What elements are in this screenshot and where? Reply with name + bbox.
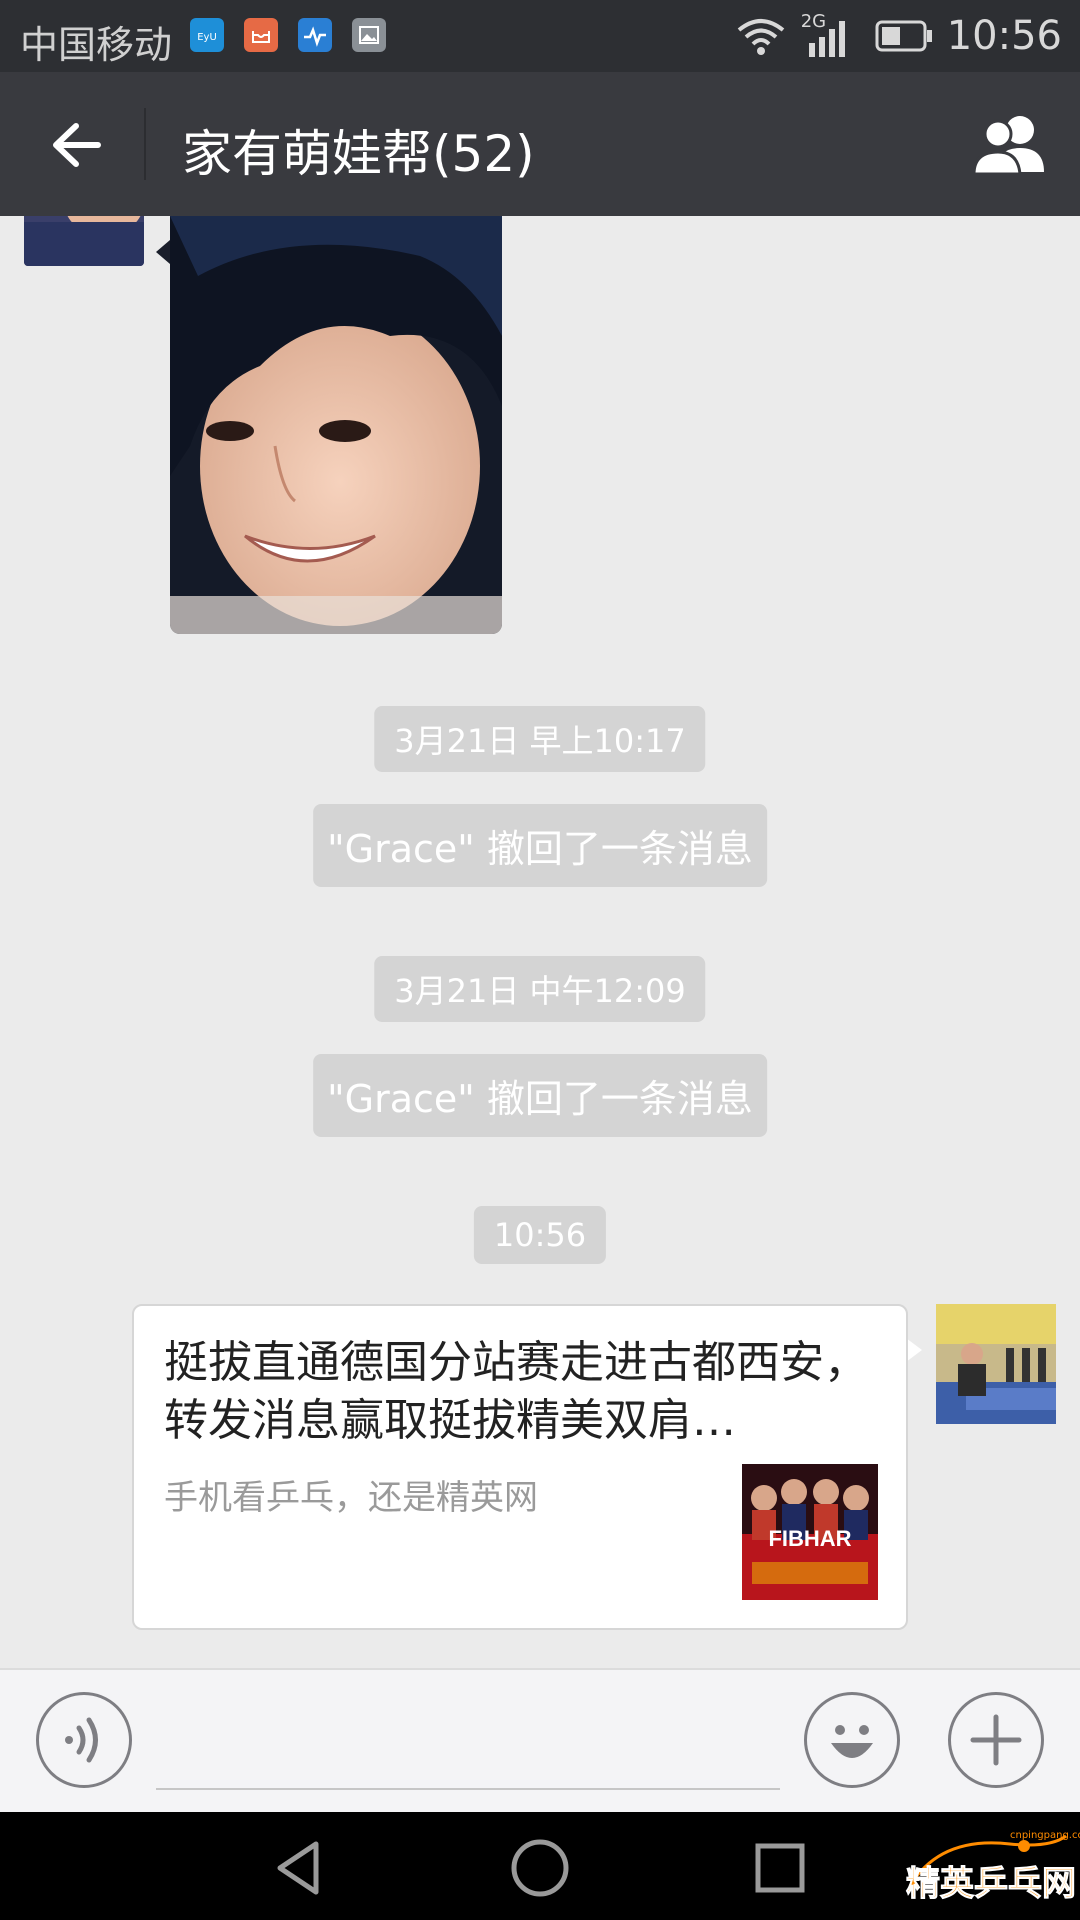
emoji-button[interactable]: [804, 1692, 900, 1788]
link-card-title: 挺拔直通德国分站赛走进古都西安，转发消息赢取挺拔精美双肩…: [164, 1337, 868, 1446]
link-card-thumbnail: FIBHAR: [742, 1464, 878, 1600]
group-members-button[interactable]: [968, 112, 1052, 178]
header-divider: [144, 108, 146, 180]
circle-home-icon: [511, 1839, 569, 1897]
sender-avatar[interactable]: [24, 216, 144, 266]
recall-notice: "Grace" 撤回了一条消息: [313, 804, 767, 887]
photo-message[interactable]: [170, 216, 502, 634]
link-card-subtitle: 手机看乒乓，还是精英网: [164, 1478, 538, 1518]
nav-home-button[interactable]: [506, 1834, 574, 1902]
voice-icon: [65, 1717, 98, 1763]
watermark-logo-text: 精英乒乓网: [906, 1864, 1077, 1905]
health-icon: [298, 18, 332, 52]
status-time: 10:56: [946, 13, 1062, 59]
thumbnail-logo-text: FIBHAR: [768, 1526, 851, 1551]
nav-recents-button[interactable]: [746, 1834, 814, 1902]
signal-icon: 2G: [801, 11, 851, 59]
shared-link-card[interactable]: 挺拔直通德国分站赛走进古都西安，转发消息赢取挺拔精美双肩… 手机看乒乓，还是精英…: [132, 1304, 908, 1630]
status-bar: 中国移动 EyU 2G 10:56: [0, 0, 1080, 72]
chat-message-list[interactable]: 3月21日 早上10:17 "Grace" 撤回了一条消息 3月21日 中午12…: [0, 216, 1080, 1668]
gallery-icon: [352, 18, 386, 52]
plus-icon: [970, 1714, 1022, 1766]
site-watermark: cnpingpang.com 精英乒乓网: [900, 1826, 1080, 1916]
timestamp-chip: 10:56: [473, 1206, 607, 1264]
photo-bubble-tail: [156, 240, 170, 264]
triangle-back-icon: [277, 1841, 319, 1895]
arrow-left-icon: [53, 123, 101, 167]
voice-button[interactable]: [36, 1692, 132, 1788]
group-members-icon: [972, 116, 1044, 176]
chat-title: 家有萌娃帮(52): [182, 125, 535, 183]
timestamp-chip: 3月21日 中午12:09: [374, 956, 706, 1022]
svg-text:EyU: EyU: [197, 32, 217, 43]
watermark-url: cnpingpang.com: [1010, 1830, 1080, 1841]
app-notification-icon: EyU: [190, 18, 224, 52]
my-avatar[interactable]: [936, 1304, 1056, 1424]
card-bubble-tail: [906, 1338, 922, 1362]
nav-back-button[interactable]: [266, 1834, 334, 1902]
wifi-icon: [737, 19, 784, 55]
chat-header: 家有萌娃帮(52): [0, 72, 1080, 216]
more-button[interactable]: [948, 1692, 1044, 1788]
square-recents-icon: [755, 1843, 805, 1893]
recall-notice: "Grace" 撤回了一条消息: [313, 1054, 767, 1137]
carrier-name: 中国移动: [20, 23, 173, 67]
message-input-bar: [0, 1668, 1080, 1812]
mail-icon: [244, 18, 278, 52]
emoji-icon: [831, 1725, 873, 1758]
battery-icon: [875, 20, 932, 52]
back-button[interactable]: [36, 110, 106, 180]
timestamp-chip: 3月21日 早上10:17: [374, 706, 706, 772]
message-text-input[interactable]: [156, 1788, 780, 1790]
